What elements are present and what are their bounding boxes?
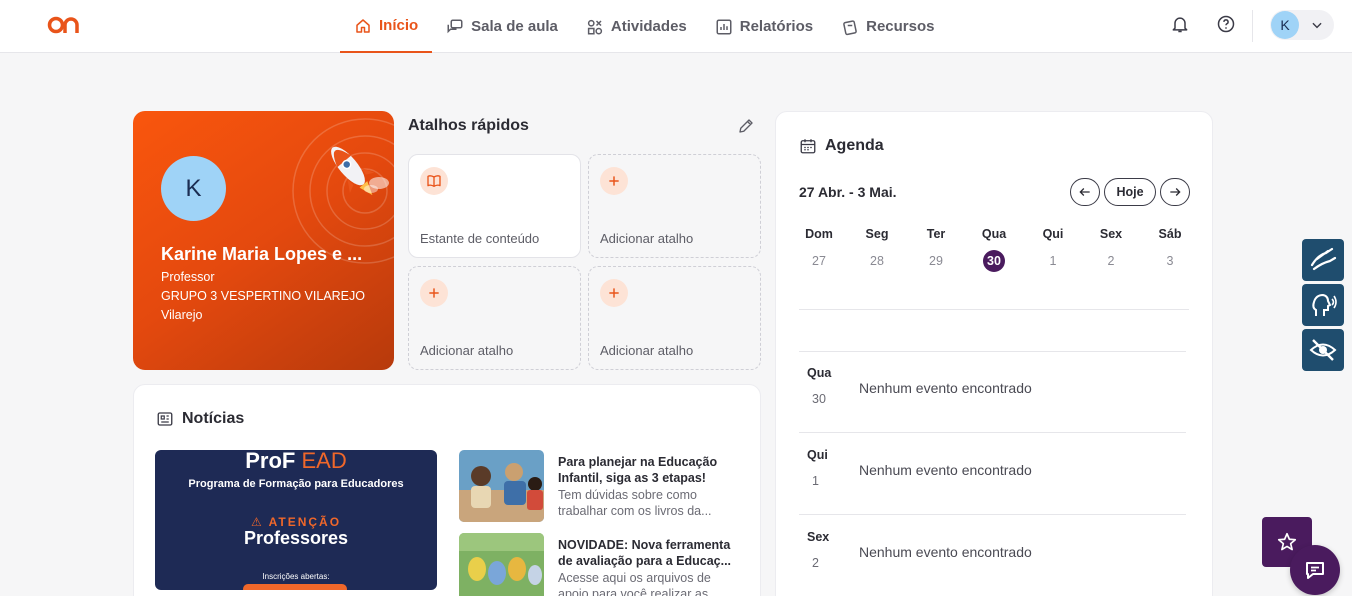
event-row: Sex 2 Nenhum evento encontrado <box>807 530 1032 570</box>
chat-bubbles-icon <box>447 19 463 33</box>
resources-icon <box>843 19 857 35</box>
today-button[interactable]: Hoje <box>1104 178 1156 206</box>
chat-button[interactable] <box>1290 545 1340 595</box>
avatar: K <box>1271 11 1299 39</box>
weekday[interactable]: Sex 2 <box>1091 227 1131 272</box>
plus-icon <box>600 279 628 307</box>
chat-icon <box>1306 562 1324 579</box>
speaking-head-icon <box>1312 293 1337 316</box>
news-banner[interactable]: ProF EAD Programa de Formação para Educa… <box>155 450 437 590</box>
banner-brand: ProF EAD <box>245 450 347 473</box>
audio-reader-button[interactable] <box>1302 284 1344 326</box>
weekday[interactable]: Sáb 3 <box>1150 227 1190 272</box>
news-thumbnail <box>459 533 544 596</box>
banner-subtitle: Programa de Formação para Educadores <box>188 478 404 490</box>
divider <box>799 514 1186 515</box>
news-item-desc: Tem dúvidas sobre como trabalhar com os … <box>558 488 712 518</box>
plus-icon <box>420 279 448 307</box>
open-book-icon <box>420 167 448 195</box>
empty-events-message: Nenhum evento encontrado <box>859 544 1032 560</box>
nav-label: Início <box>379 17 419 34</box>
divider <box>799 309 1189 310</box>
next-week-button[interactable] <box>1160 178 1190 206</box>
agenda-header: Agenda <box>799 137 884 155</box>
eye-off-icon <box>1309 339 1337 361</box>
nav-relatorios[interactable]: Relatórios <box>701 0 827 53</box>
profile-group: GRUPO 3 VESPERTINO VILAREJO <box>161 289 365 303</box>
chevron-down-icon <box>1312 22 1322 29</box>
visual-contrast-button[interactable] <box>1302 329 1344 371</box>
banner-warning: ⚠ ATENÇÃO <box>250 515 342 529</box>
empty-events-message: Nenhum evento encontrado <box>859 380 1032 396</box>
banner-footer: Inscrições abertas: <box>262 572 330 581</box>
plus-icon <box>600 167 628 195</box>
shortcut-label: Estante de conteúdo <box>420 231 540 246</box>
nav-inicio[interactable]: Início <box>340 0 433 53</box>
add-shortcut-button[interactable]: Adicionar atalho <box>588 266 761 370</box>
profile-card: K Karine Maria Lopes e ... Professor GRU… <box>133 111 394 370</box>
home-icon <box>356 18 370 33</box>
weekday[interactable]: Seg 28 <box>857 227 897 272</box>
news-item-desc: Acesse aqui os arquivos de apoio para vo… <box>558 571 719 596</box>
help-icon[interactable] <box>1216 14 1236 34</box>
profile-unit: Vilarejo <box>161 308 203 322</box>
arrow-left-icon <box>1079 188 1090 196</box>
prev-week-button[interactable] <box>1070 178 1100 206</box>
agenda-panel: Agenda 27 Abr. - 3 Mai. Hoje Dom 27 Seg 28… <box>775 111 1213 596</box>
shortcut-label: Adicionar atalho <box>600 231 694 246</box>
activities-icon <box>587 19 603 34</box>
agenda-title: Agenda <box>825 137 884 154</box>
calendar-icon <box>800 139 816 154</box>
news-item-title: NOVIDADE: Nova ferramenta de avaliação p… <box>558 538 732 568</box>
warning-icon: ⚠ <box>250 515 264 529</box>
nav-label: Recursos <box>866 18 935 35</box>
rocket-illustration <box>292 118 394 264</box>
empty-events-message: Nenhum evento encontrado <box>859 462 1032 478</box>
nav-sala-de-aula[interactable]: Sala de aula <box>432 0 572 53</box>
weekday-today[interactable]: Qua 30 <box>974 227 1014 272</box>
brand-logo[interactable] <box>47 14 83 36</box>
star-icon <box>1277 532 1297 551</box>
date-range: 27 Abr. - 3 Mai. <box>799 184 897 200</box>
news-title: Notícias <box>182 410 245 427</box>
shortcut-label: Adicionar atalho <box>600 343 694 358</box>
shortcut-estante[interactable]: Estante de conteúdo <box>408 154 581 258</box>
banner-audience: Professores <box>243 528 349 548</box>
arrow-right-icon <box>1170 188 1181 196</box>
avatar: K <box>161 156 226 221</box>
user-menu[interactable]: K <box>1270 10 1334 40</box>
newspaper-icon <box>157 412 173 426</box>
shortcuts-title: Atalhos rápidos <box>408 117 529 134</box>
main-nav: Início Sala de aula Atividades Relatório… <box>340 0 948 53</box>
news-thumbnail <box>459 450 544 522</box>
news-panel: Notícias ProF EAD Programa de Formação p… <box>133 384 761 596</box>
nav-atividades[interactable]: Atividades <box>572 0 701 53</box>
weekday[interactable]: Ter 29 <box>916 227 956 272</box>
event-row: Qua 30 Nenhum evento encontrado <box>807 366 1032 406</box>
nav-label: Relatórios <box>739 18 814 35</box>
profile-role: Professor <box>161 270 215 284</box>
weekday[interactable]: Dom 27 <box>799 227 839 272</box>
profile-name: Karine Maria Lopes e ... <box>161 244 363 264</box>
bell-icon[interactable] <box>1170 14 1190 34</box>
news-item-title: Para planejar na Educação Infantil, siga… <box>558 455 718 485</box>
weekday[interactable]: Qui 1 <box>1033 227 1073 272</box>
banner-pill <box>243 584 347 590</box>
divider <box>799 432 1186 433</box>
add-shortcut-button[interactable]: Adicionar atalho <box>588 154 761 258</box>
news-header: Notícias <box>156 410 244 428</box>
top-bar: Início Sala de aula Atividades Relatório… <box>0 0 1352 53</box>
nav-label: Atividades <box>610 18 687 35</box>
edit-pencil-icon[interactable] <box>737 117 755 135</box>
nav-recursos[interactable]: Recursos <box>827 0 948 53</box>
sign-language-hands-icon <box>1310 247 1337 271</box>
sign-language-button[interactable] <box>1302 239 1344 281</box>
add-shortcut-button[interactable]: Adicionar atalho <box>408 266 581 370</box>
divider <box>1252 10 1253 42</box>
nav-label: Sala de aula <box>471 18 558 35</box>
event-row: Qui 1 Nenhum evento encontrado <box>807 448 1032 488</box>
shortcut-label: Adicionar atalho <box>420 343 514 358</box>
report-chart-icon <box>716 19 732 34</box>
